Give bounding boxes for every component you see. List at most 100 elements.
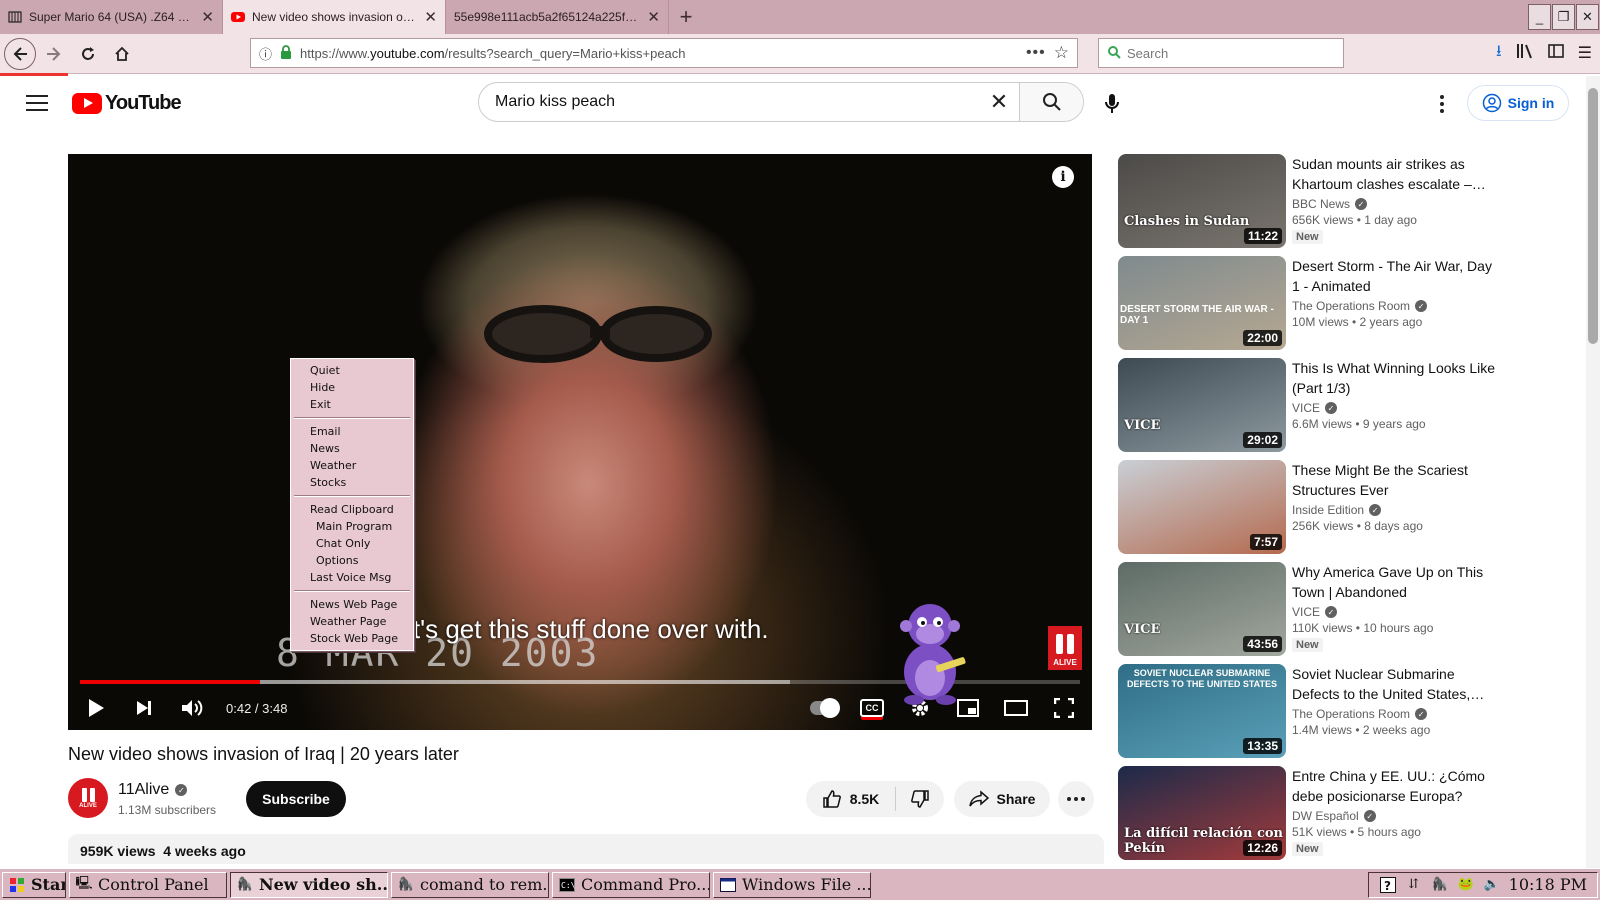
video-thumbnail[interactable]: VICE 43:56 (1118, 562, 1286, 656)
subscribe-button[interactable]: Subscribe (246, 781, 346, 817)
next-button[interactable] (130, 694, 158, 722)
menu-item-hide[interactable]: Hide (291, 379, 413, 396)
page-scrollbar[interactable] (1586, 76, 1600, 868)
share-button[interactable]: Share (954, 781, 1050, 817)
library-icon[interactable] (1516, 43, 1534, 64)
channel-watermark[interactable]: ALIVE (1048, 626, 1082, 670)
tab-youtube-video[interactable]: New video shows invasion of Iraq ✕ (223, 0, 446, 34)
close-icon[interactable]: ✕ (201, 8, 214, 26)
sidebar-icon[interactable] (1547, 43, 1564, 63)
taskbar-item-command-prompt[interactable]: C:\ Command Pro... (552, 871, 710, 898)
related-video-title[interactable]: This Is What Winning Looks Like (Part 1/… (1292, 358, 1498, 398)
menu-item-news[interactable]: News (291, 440, 413, 457)
dislike-button[interactable] (896, 789, 944, 809)
related-video-title[interactable]: Sudan mounts air strikes as Khartoum cla… (1292, 154, 1498, 194)
channel-name[interactable]: 11Alive ✓ (118, 781, 188, 799)
menu-item-weather-page[interactable]: Weather Page (291, 613, 413, 630)
menu-item-read-clipboard[interactable]: Read Clipboard (291, 501, 413, 518)
menu-item-stock-web-page[interactable]: Stock Web Page (291, 630, 413, 647)
page-actions-icon[interactable]: ••• (1026, 44, 1046, 62)
menu-item-weather[interactable]: Weather (291, 457, 413, 474)
info-icon[interactable]: i (1052, 166, 1074, 188)
start-button[interactable]: Start (2, 871, 66, 898)
related-video-channel[interactable]: BBC News ✓ (1292, 197, 1498, 211)
taskbar-item-browser[interactable]: 🦍 New video sh... (230, 871, 388, 898)
help-icon[interactable]: ? (1379, 876, 1397, 894)
menu-item-last-voice-msg[interactable]: Last Voice Msg (291, 569, 413, 586)
guide-menu-icon[interactable] (26, 92, 48, 114)
related-video-item[interactable]: VICE 43:56 Why America Gave Up on This Tow… (1118, 562, 1498, 658)
info-icon[interactable]: ⓘ (259, 44, 272, 63)
autoplay-toggle[interactable] (810, 694, 840, 722)
new-tab-button[interactable]: + (669, 0, 703, 34)
assistant-tray-icon[interactable]: 🐸 (1457, 876, 1475, 894)
search-button[interactable] (1019, 83, 1083, 121)
related-video-title[interactable]: Why America Gave Up on This Town | Aband… (1292, 562, 1498, 602)
restore-button[interactable]: ❐ (1552, 4, 1575, 30)
captions-button[interactable]: CC (858, 694, 886, 722)
minimize-button[interactable]: _ (1528, 4, 1551, 30)
menu-item-exit[interactable]: Exit (291, 396, 413, 413)
sign-in-button[interactable]: Sign in (1467, 85, 1569, 121)
channel-avatar[interactable]: ALIVE (68, 778, 108, 818)
voice-search-button[interactable] (1100, 90, 1124, 118)
like-button[interactable]: 8.5K (806, 787, 896, 811)
related-video-item[interactable]: Clashes in Sudan 11:22 Sudan mounts air st… (1118, 154, 1498, 250)
hamburger-menu-icon[interactable]: ☰ (1578, 43, 1592, 63)
related-video-channel[interactable]: DW Español ✓ (1292, 809, 1498, 823)
fullscreen-button[interactable] (1050, 694, 1078, 722)
related-video-item[interactable]: VICE 29:02 This Is What Winning Looks Like… (1118, 358, 1498, 454)
address-bar[interactable]: ⓘ https://www.youtube.com/results?search… (250, 38, 1078, 68)
close-window-button[interactable]: ✕ (1576, 4, 1599, 30)
volume-button[interactable] (178, 694, 206, 722)
related-video-channel[interactable]: The Operations Room ✓ (1292, 299, 1498, 313)
menu-item-email[interactable]: Email (291, 423, 413, 440)
related-video-item[interactable]: La difícil relación con Pekín 12:26 Entre … (1118, 766, 1498, 862)
menu-item-main-program[interactable]: Main Program (291, 518, 413, 535)
settings-menu-icon[interactable] (1432, 90, 1452, 118)
related-video-item[interactable]: DESERT STORM THE AIR WAR - DAY 1 22:00 Des… (1118, 256, 1498, 352)
youtube-logo[interactable]: YouTube (72, 89, 182, 117)
close-icon[interactable]: ✕ (647, 8, 660, 26)
tab-super-mario[interactable]: Super Mario 64 (USA) .Z64 & .N6 ✕ (0, 0, 223, 34)
related-video-channel[interactable]: VICE ✓ (1292, 605, 1498, 619)
related-video-title[interactable]: Soviet Nuclear Submarine Defects to the … (1292, 664, 1498, 704)
video-thumbnail[interactable]: Clashes in Sudan 11:22 (1118, 154, 1286, 248)
bonzi-tray-icon[interactable]: 🦍 (1431, 876, 1449, 894)
clear-search-icon[interactable]: ✕ (979, 89, 1019, 115)
network-icon[interactable]: ⇵ (1405, 876, 1423, 894)
play-button[interactable] (82, 694, 110, 722)
search-input[interactable]: Mario kiss peach (479, 93, 979, 111)
volume-tray-icon[interactable]: 🔈 (1483, 876, 1501, 894)
menu-item-stocks[interactable]: Stocks (291, 474, 413, 491)
menu-item-quiet[interactable]: Quiet (291, 362, 413, 379)
star-icon[interactable]: ☆ (1054, 43, 1069, 63)
video-thumbnail[interactable]: La difícil relación con Pekín 12:26 (1118, 766, 1286, 860)
home-button[interactable] (106, 38, 138, 70)
menu-item-news-web-page[interactable]: News Web Page (291, 596, 413, 613)
bonzi-buddy-character[interactable] (888, 596, 972, 706)
tab-hash-page[interactable]: 55e998e111acb5a2f65124a225f15b4 ✕ (446, 0, 669, 34)
video-thumbnail[interactable]: DESERT STORM THE AIR WAR - DAY 1 22:00 (1118, 256, 1286, 350)
scrollbar-thumb[interactable] (1588, 88, 1598, 344)
taskbar-item-control-panel[interactable]: 🖳 Control Panel (69, 871, 227, 898)
menu-item-chat-only[interactable]: Chat Only (291, 535, 413, 552)
related-video-channel[interactable]: VICE ✓ (1292, 401, 1498, 415)
related-video-item[interactable]: 7:57 These Might Be the Scariest Structur… (1118, 460, 1498, 556)
related-video-channel[interactable]: The Operations Room ✓ (1292, 707, 1498, 721)
video-thumbnail[interactable]: VICE 29:02 (1118, 358, 1286, 452)
browser-search-field[interactable]: Search (1098, 38, 1344, 68)
theater-mode-button[interactable] (1002, 694, 1030, 722)
download-icon[interactable]: ⭳ (1496, 40, 1502, 67)
taskbar-item-windows-file[interactable]: Windows File ... (713, 871, 871, 898)
menu-item-options[interactable]: Options (291, 552, 413, 569)
video-thumbnail[interactable]: 7:57 (1118, 460, 1286, 554)
more-actions-button[interactable] (1058, 781, 1094, 817)
related-video-item[interactable]: SOVIET NUCLEAR SUBMARINE DEFECTS TO THE … (1118, 664, 1498, 760)
description-box[interactable]: 959K views 4 weeks ago (68, 834, 1104, 864)
reload-button[interactable] (72, 38, 104, 70)
related-video-title[interactable]: Entre China y EE. UU.: ¿Cómo debe posici… (1292, 766, 1498, 806)
related-video-title[interactable]: Desert Storm - The Air War, Day 1 - Anim… (1292, 256, 1498, 296)
back-button[interactable] (4, 37, 36, 70)
related-video-title[interactable]: These Might Be the Scariest Structures E… (1292, 460, 1498, 500)
